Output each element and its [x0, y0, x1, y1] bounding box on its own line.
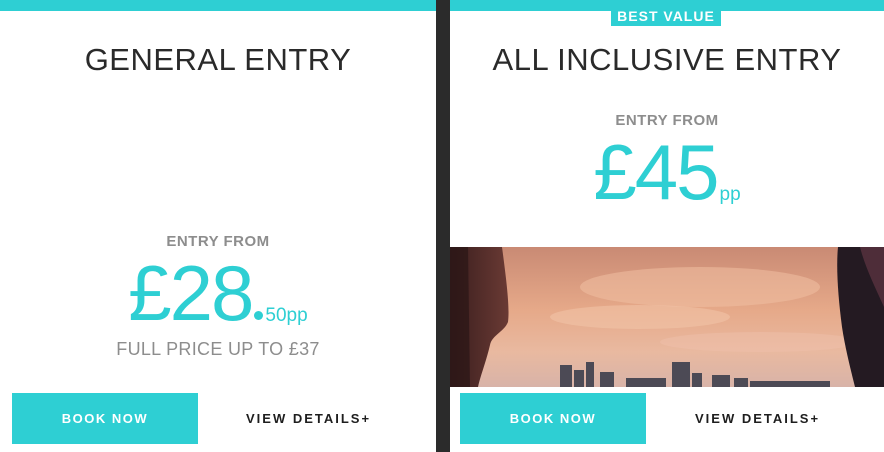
book-now-button[interactable]: BOOK NOW: [12, 393, 198, 444]
entry-from-label: ENTRY FROM: [615, 112, 719, 129]
price-main: £45: [593, 128, 719, 216]
price: £45 pp: [450, 128, 884, 216]
price-suffix: 50pp: [265, 305, 308, 326]
sunset-city-view-image: [450, 247, 884, 387]
decimal-dot: [254, 311, 264, 321]
price-suffix: pp: [719, 184, 741, 205]
view-details-link[interactable]: VIEW DETAILS+: [246, 393, 371, 444]
full-price-note: FULL PRICE UP TO £37: [116, 339, 320, 359]
book-now-button[interactable]: BOOK NOW: [460, 393, 646, 444]
entry-from-label: ENTRY FROM: [166, 233, 270, 250]
card-title: ALL INCLUSIVE ENTRY: [492, 42, 842, 77]
photo-illustration: [450, 247, 884, 387]
price-main: £28: [128, 249, 254, 337]
view-details-link[interactable]: VIEW DETAILS+: [695, 393, 820, 444]
card-title: GENERAL ENTRY: [84, 42, 352, 77]
price-suffix-wrap: 50pp: [254, 305, 308, 327]
best-value-badge: BEST VALUE: [611, 6, 721, 26]
card-top-accent-bar: [0, 0, 436, 11]
general-entry-card: GENERAL ENTRY ENTRY FROM £28 50pp FULL PR…: [0, 0, 436, 452]
price: £28 50pp: [0, 249, 436, 337]
all-inclusive-entry-card: BEST VALUE ALL INCLUSIVE ENTRY ENTRY FRO…: [450, 0, 884, 452]
